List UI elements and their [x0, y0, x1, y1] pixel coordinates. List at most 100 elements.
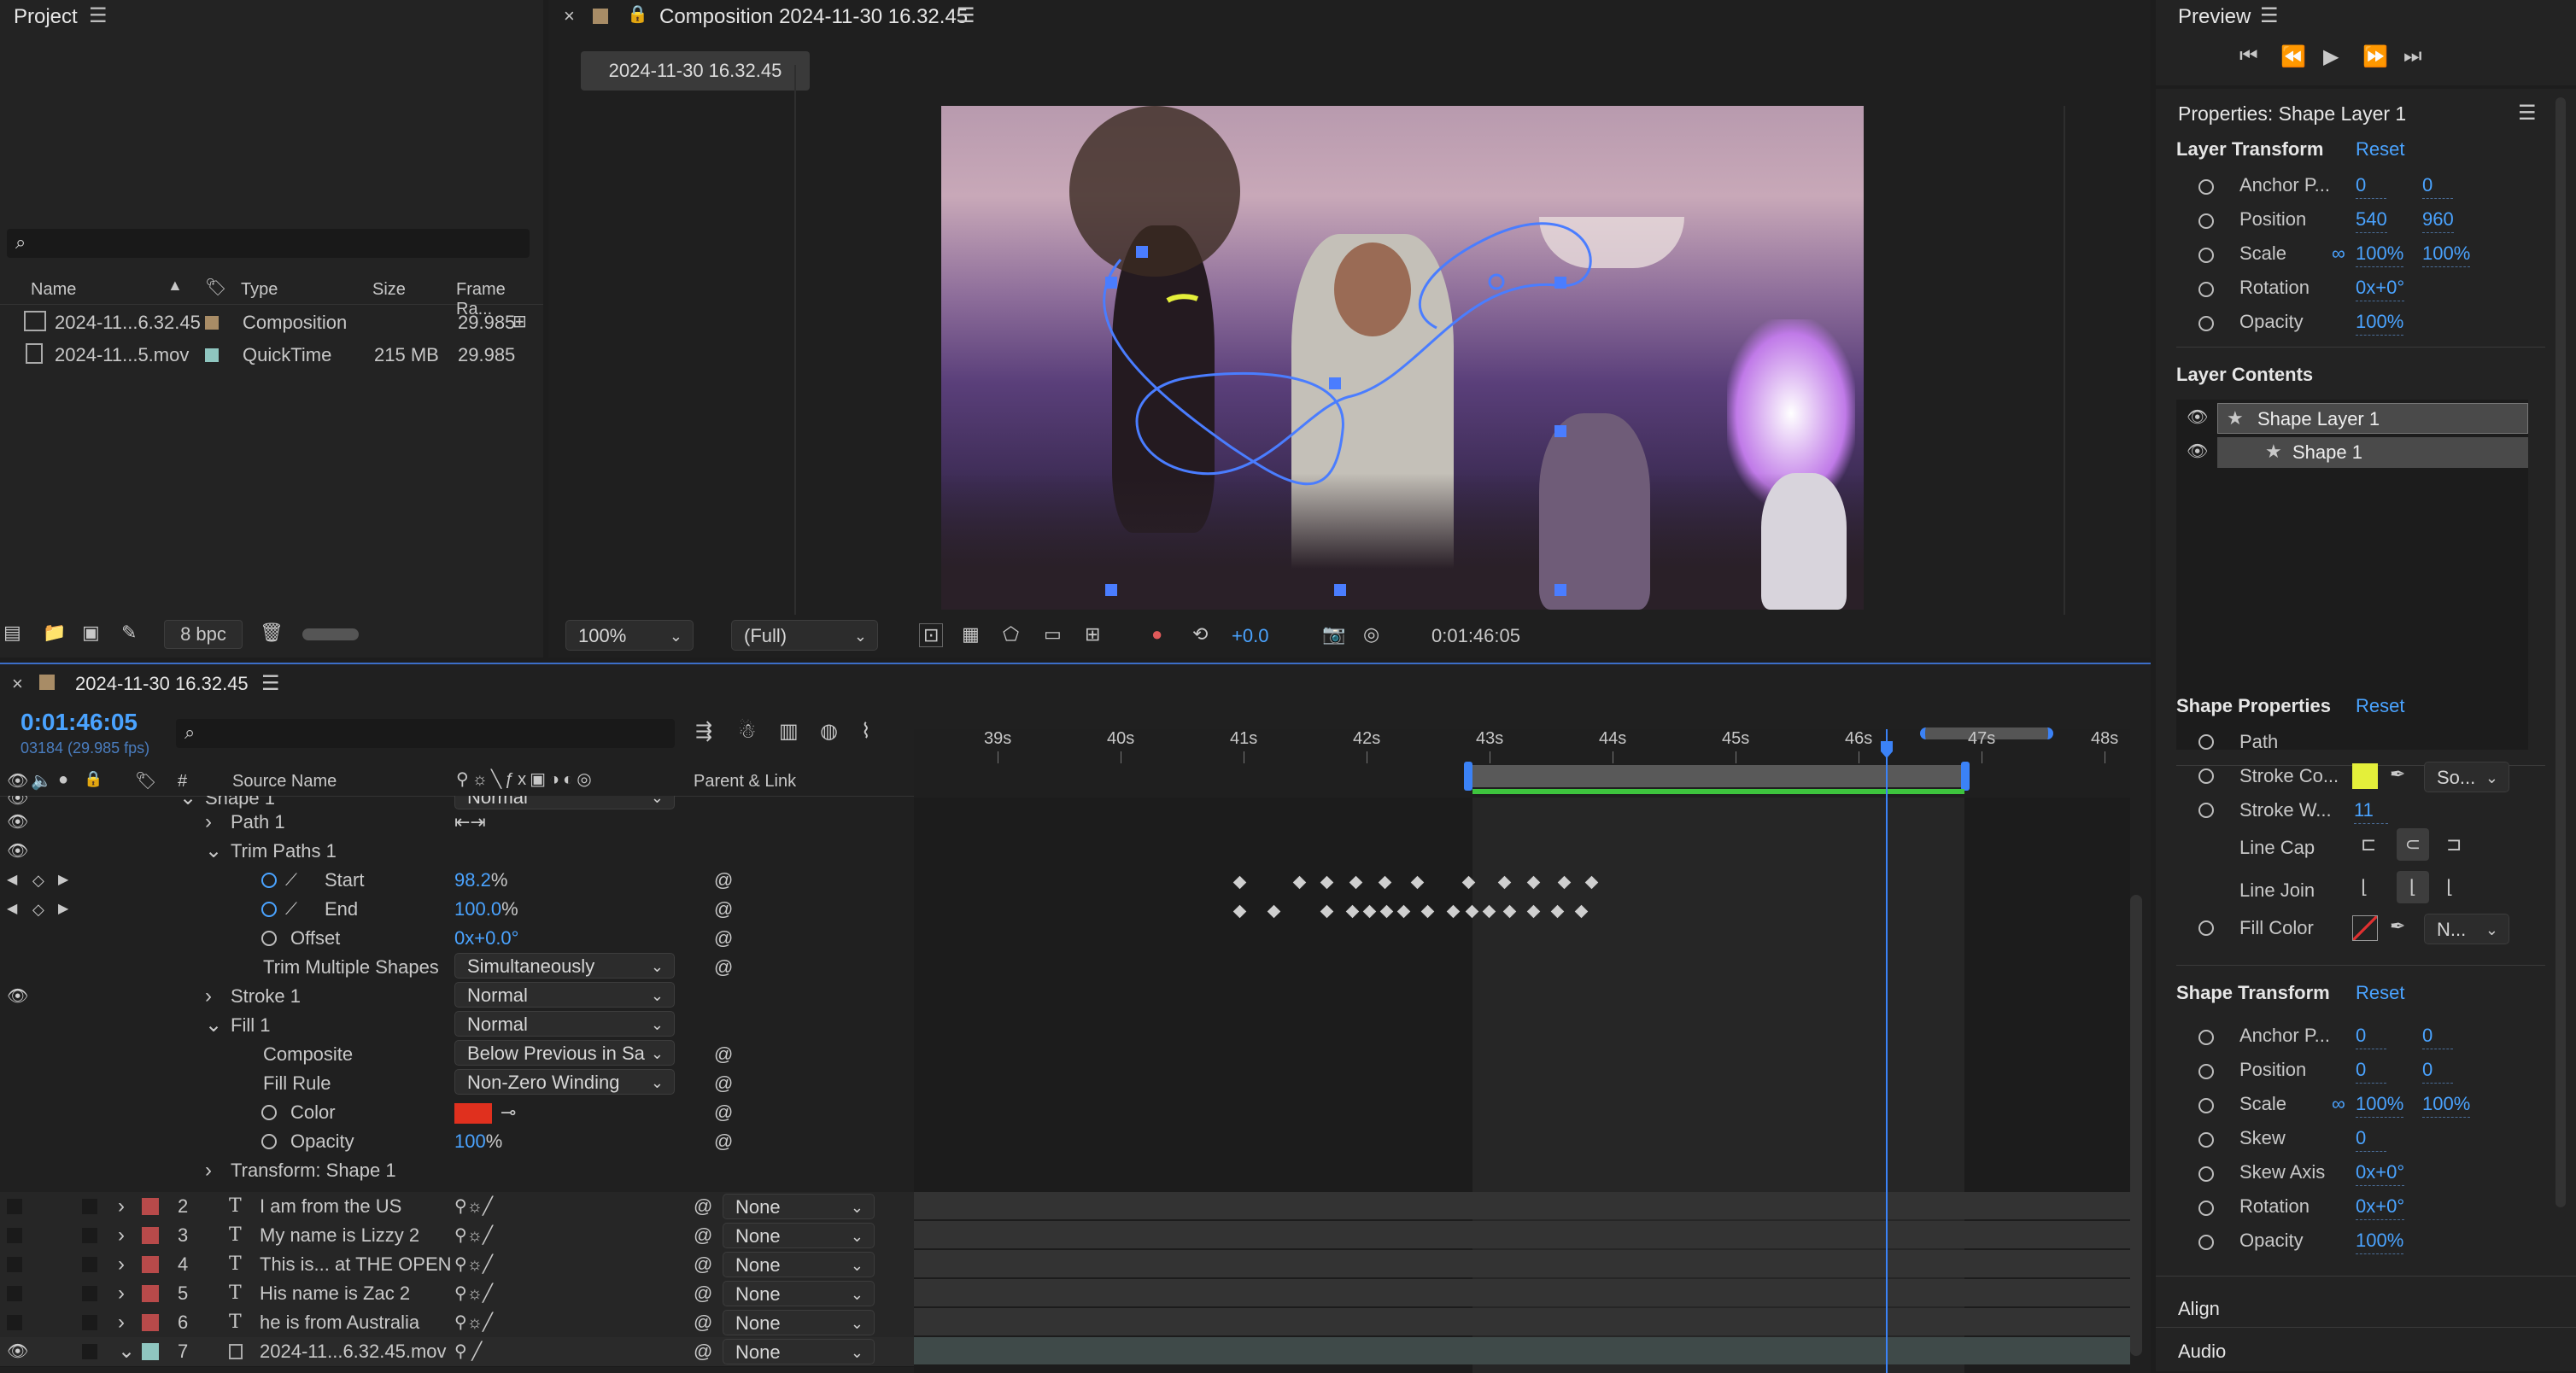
stopwatch-icon[interactable]: [261, 1134, 277, 1149]
prev-keyframe-icon[interactable]: ◀: [7, 866, 17, 895]
property-value[interactable]: 100%: [454, 1127, 502, 1156]
keyframe[interactable]: [1292, 875, 1307, 890]
prev-frame-icon[interactable]: ⏪: [2280, 44, 2306, 69]
composition-tab-title[interactable]: Composition 2024-11-30 16.32.45: [659, 5, 968, 29]
expand-chevron-icon[interactable]: ›: [205, 808, 212, 837]
expand-chevron-icon[interactable]: ›: [118, 1221, 125, 1250]
layer-row[interactable]: › 6 The is from Australia ⚲☼╱ @ None ⌄: [0, 1308, 914, 1338]
transparency-grid-icon[interactable]: ▦: [962, 623, 980, 646]
label-color[interactable]: [142, 1227, 159, 1244]
pickwhip-icon[interactable]: @: [714, 1040, 733, 1069]
sort-up-icon[interactable]: ▲: [167, 277, 183, 295]
panel-menu-icon[interactable]: ☰: [261, 671, 280, 696]
property-select[interactable]: Non-Zero Winding ⌄: [454, 1069, 675, 1095]
lock-switch[interactable]: [82, 1228, 97, 1243]
switches-icons[interactable]: ⚲☼╲ƒx▣◑◐◎: [456, 768, 595, 790]
parent-select[interactable]: None ⌄: [723, 1310, 875, 1335]
shape-transform-value-1[interactable]: 0x+0°: [2356, 1160, 2405, 1186]
work-area-end-handle[interactable]: [1961, 762, 1970, 791]
solo-icon[interactable]: ●: [58, 770, 68, 790]
reset-exposure-icon[interactable]: ⟲: [1192, 623, 1208, 646]
time-ruler[interactable]: 39s 40s 41s 42s 43s 44s 45s 46s 47s 48s: [914, 727, 2130, 798]
add-keyframe-icon[interactable]: ◇: [32, 866, 44, 895]
layer-duration-bar[interactable]: [914, 1308, 2130, 1335]
layer-transform-value-1[interactable]: 0x+0°: [2356, 275, 2405, 301]
work-area-start-handle[interactable]: [1464, 762, 1472, 791]
layer-transform-value-1[interactable]: 0: [2356, 172, 2386, 199]
pickwhip-icon[interactable]: @: [714, 1127, 733, 1156]
square-cap-icon[interactable]: ⊐: [2446, 833, 2462, 856]
region-of-interest-icon[interactable]: ▭: [1044, 623, 1062, 646]
thumbnail-slider[interactable]: [302, 628, 359, 640]
shape-transform-value-2[interactable]: 0: [2422, 1023, 2453, 1049]
parent-select[interactable]: None ⌄: [723, 1281, 875, 1306]
av-switch[interactable]: [7, 1315, 22, 1330]
shape-path-overlay[interactable]: [941, 106, 1864, 610]
expand-chevron-icon[interactable]: ›: [118, 1250, 125, 1279]
align-panel-tab[interactable]: Align: [2178, 1298, 2220, 1320]
col-source-name[interactable]: Source Name: [232, 772, 337, 792]
layer-name[interactable]: His name is Zac 2: [260, 1279, 410, 1308]
fill-color-swatch[interactable]: [454, 1103, 492, 1124]
keyframe[interactable]: [1379, 904, 1394, 919]
eye-icon[interactable]: 👁: [2187, 406, 2208, 428]
parent-select[interactable]: None ⌄: [723, 1339, 875, 1364]
property-row[interactable]: ◀ ◇ ▶ ⟋ End 100.0% @: [0, 895, 914, 924]
layer-row[interactable]: › 3 T My name is Lizzy 2 ⚲☼╱ @ None ⌄: [0, 1221, 914, 1251]
property-value[interactable]: 0x+0.0°: [454, 924, 518, 953]
layer-transform-value-1[interactable]: 540: [2356, 207, 2387, 233]
timeline-search-input[interactable]: ⌕: [176, 719, 675, 748]
panel-menu-icon[interactable]: ☰: [89, 3, 108, 28]
layer-duration-bar[interactable]: [914, 1337, 2130, 1364]
first-frame-icon[interactable]: ⏮: [2239, 44, 2258, 68]
composition-frame[interactable]: [941, 106, 1864, 610]
new-composition-icon[interactable]: ▣: [82, 622, 100, 644]
property-row[interactable]: › Transform: Shape 1: [0, 1156, 914, 1185]
comp-mini-flowchart-icon[interactable]: ⇶: [695, 719, 712, 744]
stopwatch-icon[interactable]: [2198, 316, 2214, 331]
stroke-color-swatch[interactable]: [2352, 763, 2378, 789]
layer-duration-bar[interactable]: [914, 1279, 2130, 1306]
property-row[interactable]: 👁 › Stroke 1 Normal ⌄: [0, 982, 914, 1011]
layer-switches[interactable]: ⚲☼╱: [454, 1192, 493, 1221]
property-select[interactable]: Below Previous in Sa ⌄: [454, 1040, 675, 1066]
property-row[interactable]: Composite Below Previous in Sa ⌄ @: [0, 1040, 914, 1069]
property-row[interactable]: Color ⊸ @: [0, 1098, 914, 1127]
pickwhip-icon[interactable]: @: [694, 1250, 712, 1279]
list-item[interactable]: 2024-11...5.mov QuickTime 215 MB 29.985: [0, 340, 543, 371]
property-row[interactable]: 👁 ⌄ Trim Paths 1: [0, 837, 914, 866]
pickwhip-icon[interactable]: @: [694, 1308, 712, 1337]
shape-transform-reset[interactable]: Reset: [2356, 982, 2404, 1004]
audio-panel-tab[interactable]: Audio: [2178, 1341, 2226, 1363]
track-area[interactable]: [914, 729, 2130, 1373]
keyframe[interactable]: [1320, 875, 1334, 890]
link-icon[interactable]: ∞: [2332, 242, 2345, 265]
layer-row[interactable]: › 4 T This is... at THE OPEN ⚲☼╱ @ None ⌄: [0, 1250, 914, 1280]
stopwatch-icon[interactable]: [2198, 1030, 2214, 1045]
parent-select[interactable]: None ⌄: [723, 1252, 875, 1277]
layer-transform-value-2[interactable]: 0: [2422, 172, 2453, 199]
next-keyframe-icon[interactable]: ▶: [58, 866, 68, 895]
stopwatch-icon[interactable]: [2198, 1132, 2214, 1148]
expand-chevron-icon[interactable]: ›: [118, 1279, 125, 1308]
search-input[interactable]: ⌕: [7, 229, 530, 258]
layer-name[interactable]: he is from Australia: [260, 1308, 419, 1337]
eye-icon[interactable]: 👁: [7, 808, 28, 837]
fill-type-select[interactable]: N... ⌄: [2424, 914, 2509, 944]
butt-cap-icon[interactable]: ⊏: [2361, 833, 2376, 856]
lock-switch[interactable]: [82, 1286, 97, 1301]
property-row[interactable]: 👁 › Path 1 ⇤⇥: [0, 808, 914, 837]
eye-icon[interactable]: 👁: [7, 837, 28, 866]
zoom-select[interactable]: 100% ⌄: [565, 620, 694, 651]
interpret-footage-icon[interactable]: ▤: [3, 622, 21, 644]
layer-duration-bar[interactable]: [914, 1192, 2130, 1219]
expand-chevron-icon[interactable]: ›: [205, 982, 212, 1011]
stroke-width-value[interactable]: 11: [2354, 798, 2388, 824]
grid-guides-icon[interactable]: ⊞: [1085, 623, 1100, 646]
expand-chevron-icon[interactable]: ⌄: [205, 837, 222, 866]
eyedropper-icon[interactable]: ✒: [2390, 915, 2405, 938]
property-row[interactable]: Fill Rule Non-Zero Winding ⌄ @: [0, 1069, 914, 1098]
property-row[interactable]: ⌄ Fill 1 Normal ⌄: [0, 1011, 914, 1040]
eye-icon[interactable]: 👁: [2187, 441, 2208, 462]
link-icon[interactable]: ∞: [2332, 1093, 2345, 1115]
